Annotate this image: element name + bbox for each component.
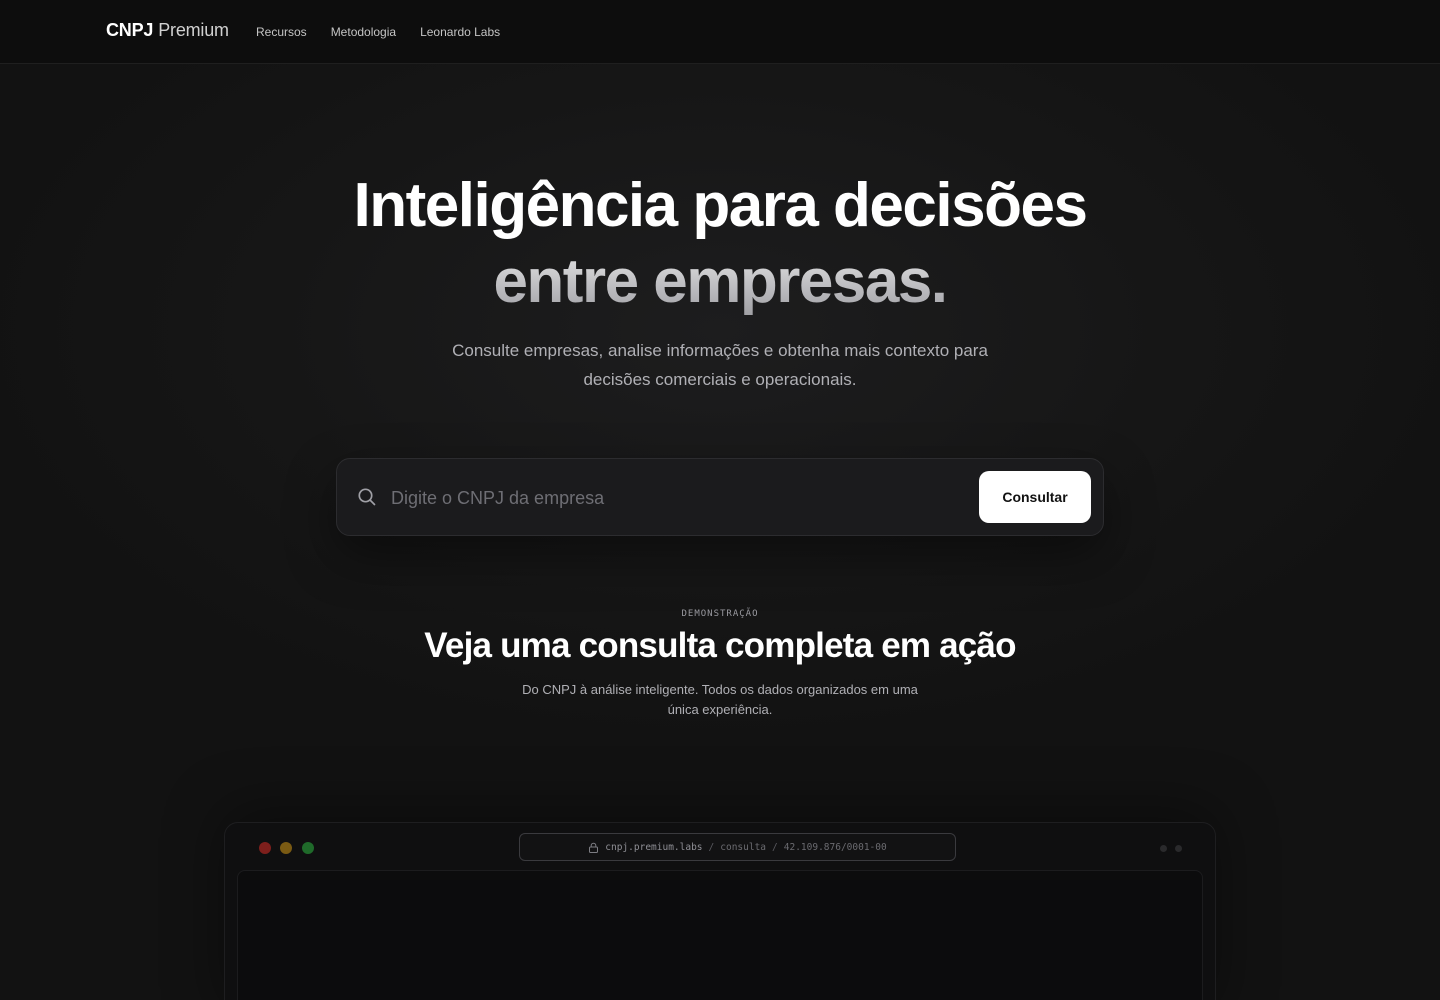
demo-eyebrow: DEMONSTRAÇÃO bbox=[681, 609, 759, 619]
window-close-dot bbox=[259, 842, 271, 854]
brand-name: CNPJ bbox=[106, 20, 154, 40]
lock-icon bbox=[588, 842, 599, 853]
nav-link-recursos[interactable]: Recursos bbox=[256, 25, 307, 39]
url-path-cnpj: 42.109.876/0001-00 bbox=[783, 841, 887, 853]
browser-control-dot bbox=[1175, 845, 1182, 852]
hero-subtitle-line2: decisões comerciais e operacionais. bbox=[583, 370, 857, 389]
hero-subtitle-line1: Consulte empresas, analise informações e… bbox=[452, 341, 988, 360]
page: CNPJ Premium Recursos Metodologia Leonar… bbox=[0, 0, 1440, 1000]
nav-link-metodologia[interactable]: Metodologia bbox=[331, 25, 396, 39]
hero-subtitle: Consulte empresas, analise informações e… bbox=[420, 336, 1020, 394]
search-icon bbox=[357, 487, 377, 507]
url-separator: / bbox=[708, 841, 715, 853]
main-nav: Recursos Metodologia Leonardo Labs bbox=[256, 25, 500, 39]
browser-control-dot bbox=[1160, 845, 1167, 852]
hero-title-line1: Inteligência para decisões bbox=[353, 171, 1088, 240]
demo-subtitle: Do CNPJ à análise inteligente. Todos os … bbox=[500, 680, 940, 720]
cnpj-search-box: Consultar bbox=[336, 458, 1104, 536]
url-separator: / bbox=[772, 841, 778, 853]
consultar-button[interactable]: Consultar bbox=[979, 471, 1091, 523]
window-minimize-dot bbox=[280, 842, 292, 854]
hero-title: Inteligência para decisões entre empresa… bbox=[0, 168, 1440, 320]
demo-subtitle-line2: única experiência. bbox=[667, 702, 773, 717]
demo-title: Veja uma consulta completa em ação bbox=[424, 626, 1016, 665]
nav-link-leonardo-labs[interactable]: Leonardo Labs bbox=[420, 25, 500, 39]
browser-mockup: cnpj.premium.labs / consulta / 42.109.87… bbox=[224, 822, 1216, 1000]
brand-suffix: Premium bbox=[158, 20, 229, 40]
demo-subtitle-line1: Do CNPJ à análise inteligente. Todos os … bbox=[522, 682, 918, 697]
cnpj-search-input[interactable] bbox=[389, 479, 953, 517]
browser-content-area bbox=[237, 870, 1203, 1000]
url-path-consulta: consulta bbox=[720, 841, 767, 853]
brand-logo[interactable]: CNPJ Premium bbox=[106, 20, 229, 41]
browser-url-bar: cnpj.premium.labs / consulta / 42.109.87… bbox=[519, 833, 956, 861]
url-host: cnpj.premium.labs bbox=[605, 841, 703, 853]
top-navbar: CNPJ Premium Recursos Metodologia Leonar… bbox=[0, 0, 1440, 64]
window-maximize-dot bbox=[302, 842, 314, 854]
hero-title-line2: entre empresas. bbox=[0, 244, 1440, 320]
